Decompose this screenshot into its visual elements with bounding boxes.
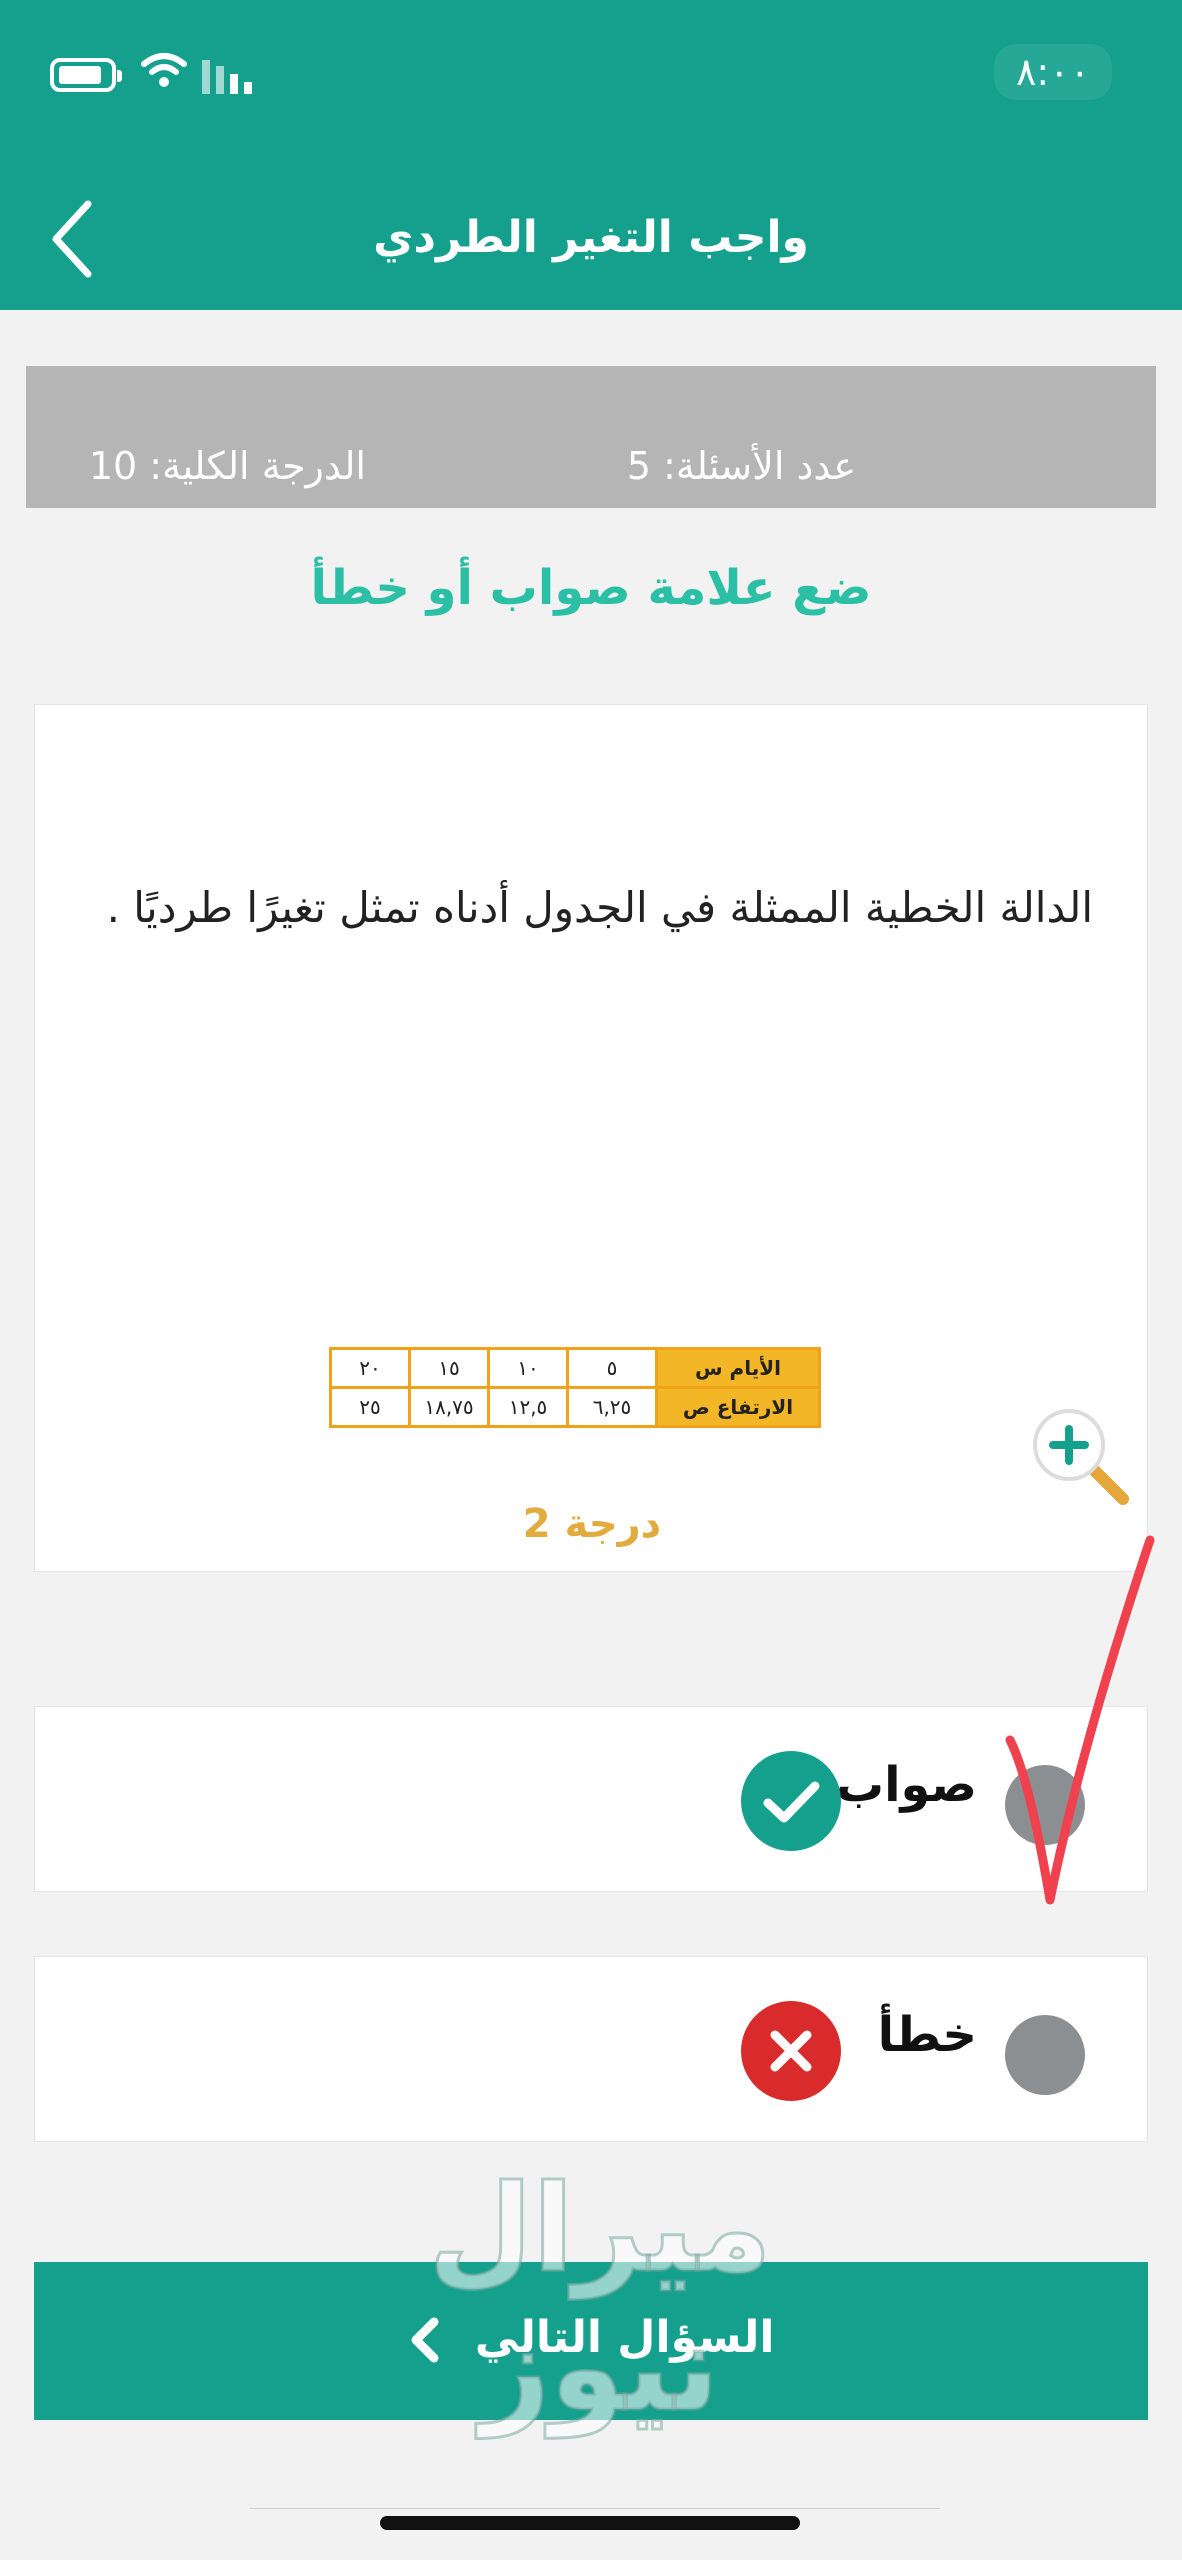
zoom-in-icon[interactable] — [1027, 1403, 1137, 1513]
page-title: واجب التغير الطردي — [373, 212, 809, 263]
table-row: ٢٥ ١٨,٧٥ ١٢,٥ ٦,٢٥ الارتفاع ص — [329, 1386, 821, 1428]
table-cell: ٥ — [566, 1347, 658, 1389]
quiz-info-bar: الدرجة الكلية: 10 عدد الأسئلة: 5 — [26, 366, 1156, 508]
status-bar: ٨:٠٠ — [0, 0, 1182, 150]
home-indicator[interactable] — [380, 2516, 800, 2530]
instruction-text: ضع علامة صواب أو خطأ — [310, 560, 872, 616]
close-icon — [741, 2001, 841, 2101]
questions-count: عدد الأسئلة: 5 — [626, 444, 856, 488]
question-grade: درجة 2 — [522, 1501, 662, 1547]
radio-button[interactable] — [1005, 2015, 1085, 2095]
option-true[interactable]: صواب — [34, 1706, 1148, 1892]
signal-icon — [202, 60, 252, 94]
table-cell: ٢٥ — [329, 1386, 411, 1428]
check-icon — [741, 1751, 841, 1851]
question-table: ٢٠ ١٥ ١٠ ٥ الأيام س ٢٥ ١٨,٧٥ ١٢,٥ ٦,٢٥ ا… — [329, 1347, 821, 1428]
table-cell: ٦,٢٥ — [566, 1386, 658, 1428]
divider — [250, 2508, 940, 2509]
app-header: ٨:٠٠ واجب التغير الطردي — [0, 0, 1182, 310]
chevron-left-icon — [52, 200, 92, 278]
table-cell: ١٥ — [408, 1347, 490, 1389]
table-row-header: الأيام س — [655, 1347, 821, 1389]
table-cell: ١٨,٧٥ — [408, 1386, 490, 1428]
total-grade: الدرجة الكلية: 10 — [88, 444, 366, 488]
question-card: الدالة الخطية الممثلة في الجدول أدناه تم… — [34, 704, 1148, 1572]
table-cell: ٢٠ — [329, 1347, 411, 1389]
red-check-annotation — [1005, 1535, 1155, 1905]
table-cell: ١٠ — [487, 1347, 569, 1389]
option-label: خطأ — [877, 2007, 977, 2063]
back-button[interactable] — [44, 198, 106, 280]
option-false[interactable]: خطأ — [34, 1956, 1148, 2142]
table-cell: ١٢,٥ — [487, 1386, 569, 1428]
status-time: ٨:٠٠ — [993, 44, 1112, 100]
table-row-header: الارتفاع ص — [655, 1386, 821, 1428]
table-row: ٢٠ ١٥ ١٠ ٥ الأيام س — [329, 1347, 821, 1389]
watermark-logo: ميرال نيوز — [427, 2159, 773, 2440]
option-label: صواب — [835, 1757, 977, 1813]
wifi-icon — [141, 53, 187, 87]
battery-icon — [50, 58, 122, 92]
question-text: الدالة الخطية الممثلة في الجدول أدناه تم… — [106, 883, 1093, 932]
